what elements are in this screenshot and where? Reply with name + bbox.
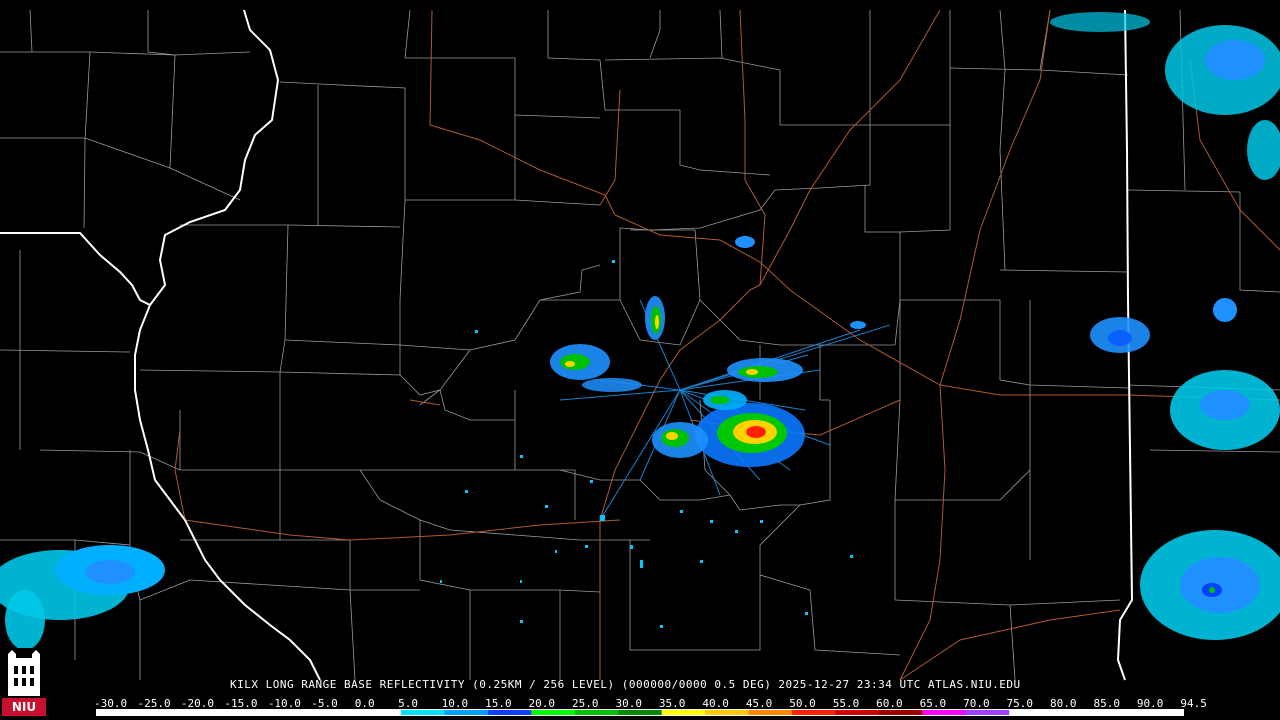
niu-logo-label-box: NIU — [2, 648, 46, 716]
scale-swatch — [401, 710, 446, 715]
scale-swatch — [965, 710, 1010, 715]
scale-label: 94.5 — [1180, 697, 1207, 710]
scale-swatch — [878, 710, 923, 715]
color-scale-bar — [96, 709, 1184, 716]
scale-swatch — [922, 710, 967, 715]
scale-swatch — [1052, 710, 1097, 715]
product-caption: KILX LONG RANGE BASE REFLECTIVITY (0.25K… — [230, 678, 1021, 691]
scale-swatch — [183, 710, 228, 715]
scale-swatch — [1009, 710, 1054, 715]
scale-swatch — [792, 710, 836, 715]
scale-swatch — [444, 710, 489, 715]
niu-logo-text: NIU — [11, 700, 37, 714]
scale-swatch — [1096, 710, 1141, 715]
scale-swatch — [618, 710, 663, 715]
scale-swatch — [748, 710, 793, 715]
scale-swatch — [97, 710, 141, 715]
scale-swatch — [487, 710, 532, 715]
scale-swatch — [705, 710, 750, 715]
scale-swatch — [531, 710, 576, 715]
scale-swatch — [574, 710, 619, 715]
scale-swatch — [270, 710, 315, 715]
scale-swatch — [227, 710, 272, 715]
radar-map — [0, 0, 1280, 720]
scale-swatch — [140, 710, 185, 715]
scale-swatch — [357, 710, 402, 715]
scale-swatch — [1139, 710, 1183, 715]
scale-swatch — [835, 710, 880, 715]
scale-swatch — [314, 710, 359, 715]
color-scale-labels: -30.0 -25.0 -20.0 -15.0 -10.0 -5.0 0.0 5.0 10.0 1… — [94, 697, 1207, 710]
scale-swatch — [661, 710, 706, 715]
